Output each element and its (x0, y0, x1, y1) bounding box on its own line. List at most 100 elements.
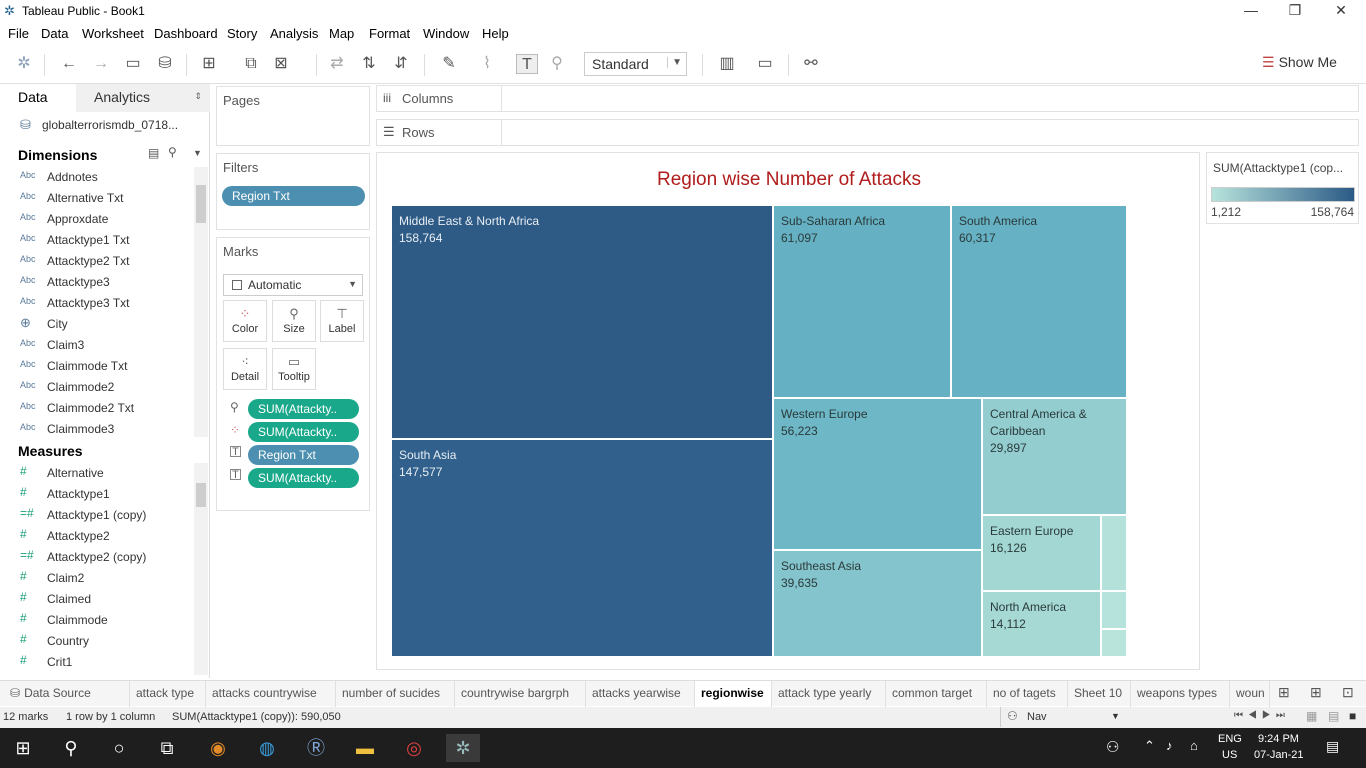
treemap-cell[interactable]: Central America & Caribbean 29,897 (982, 398, 1127, 515)
task-view-icon[interactable]: ⧉ (150, 734, 184, 762)
lang-secondary[interactable]: US (1222, 749, 1237, 761)
dimension-field[interactable]: ⊕ City (0, 314, 194, 335)
user-select[interactable]: ⚇ Nav ▼ (1000, 707, 1124, 727)
fix-axes-icon[interactable]: ⚲ (546, 54, 568, 74)
dimension-field[interactable]: Abc Alternative Txt (0, 188, 194, 209)
dimension-field[interactable]: Abc Claimmode2 (0, 377, 194, 398)
dimensions-menu-icon[interactable]: ▼ (193, 148, 202, 158)
menu-window[interactable]: Window (423, 26, 469, 41)
dimension-field[interactable]: Abc Claimmode Txt (0, 356, 194, 377)
measure-field[interactable]: # Claimed (0, 589, 194, 610)
tab-attack-type[interactable]: attack type (130, 681, 206, 707)
marks-label-button[interactable]: ⊤ Label (320, 300, 364, 342)
duplicate-sheet-icon[interactable]: ⧉ (240, 54, 262, 74)
clear-sheet-icon[interactable]: ⊠ (270, 54, 292, 74)
new-datasource-icon[interactable]: ⛁ (154, 54, 176, 74)
menu-map[interactable]: Map (329, 26, 354, 41)
treemap-cell[interactable]: Southeast Asia 39,635 (773, 550, 982, 657)
marks-tooltip-button[interactable]: ▭ Tooltip (272, 348, 316, 390)
dimension-field[interactable]: Abc Approxdate (0, 209, 194, 230)
new-worksheet-icon[interactable]: ⊞ (198, 54, 220, 74)
treemap-cell[interactable]: Sub-Saharan Africa 61,097 (773, 205, 951, 398)
matlab-icon[interactable]: ◉ (201, 734, 235, 762)
mark-pill-region[interactable]: Region Txt (248, 445, 359, 465)
new-dashboard-tab-icon[interactable]: ⊞ (1310, 684, 1322, 701)
volume-icon[interactable]: ♪ (1166, 738, 1173, 753)
tab-woun[interactable]: woun (1230, 681, 1270, 707)
measure-field[interactable]: # Claimmode (0, 610, 194, 631)
fit-select[interactable]: Standard ▼ (584, 52, 687, 76)
tab-sheet-10[interactable]: Sheet 10 (1068, 681, 1131, 707)
edge-icon[interactable]: ◍ (250, 734, 284, 762)
menu-format[interactable]: Format (369, 26, 410, 41)
lang-primary[interactable]: ENG (1218, 733, 1242, 745)
tab-attacks-yearwise[interactable]: attacks yearwise (586, 681, 695, 707)
menu-dashboard[interactable]: Dashboard (154, 26, 218, 41)
people-icon[interactable]: ⚇ (1106, 738, 1119, 756)
clock-time[interactable]: 9:24 PM (1258, 733, 1299, 745)
new-story-tab-icon[interactable]: ⊡ (1342, 684, 1354, 701)
menu-help[interactable]: Help (482, 26, 509, 41)
file-explorer-icon[interactable]: ▬ (348, 734, 382, 762)
tab-data-source[interactable]: ⛁ Data Source (0, 681, 130, 707)
tableau-start-icon[interactable]: ✲ (13, 54, 35, 74)
marks-size-button[interactable]: ⚲ Size (272, 300, 316, 342)
dimension-field[interactable]: Abc Addnotes (0, 167, 194, 188)
measure-field[interactable]: # Country (0, 631, 194, 652)
dimension-field[interactable]: Abc Attacktype2 Txt (0, 251, 194, 272)
chrome-icon[interactable]: ◎ (397, 734, 431, 762)
menu-file[interactable]: File (8, 26, 29, 41)
undo-icon[interactable]: ← (58, 54, 80, 74)
redo-icon[interactable]: → (90, 54, 112, 74)
treemap-cell[interactable] (1101, 515, 1127, 591)
measure-field[interactable]: # Attacktype1 (0, 484, 194, 505)
new-worksheet-tab-icon[interactable]: ⊞ (1278, 684, 1290, 701)
cortana-icon[interactable]: ○ (102, 734, 136, 762)
tray-up-icon[interactable]: ⌃ (1144, 738, 1155, 754)
measure-field[interactable]: # Attacktype2 (0, 526, 194, 547)
close-button[interactable]: ✕ (1318, 2, 1364, 19)
tab-number-of-sucides[interactable]: number of sucides (336, 681, 455, 707)
treemap-cell[interactable]: North America 14,112 (982, 591, 1101, 657)
treemap-cell[interactable]: Middle East & North Africa 158,764 (391, 205, 773, 439)
tab-regionwise[interactable]: regionwise (695, 681, 772, 707)
dimension-field[interactable]: Abc Claimmode2 Txt (0, 398, 194, 419)
dimension-field[interactable]: Abc Attacktype3 (0, 272, 194, 293)
notifications-icon[interactable]: ▤ (1326, 738, 1339, 755)
rows-shelf[interactable]: ☰ Rows (376, 119, 1359, 146)
search-icon[interactable]: ⚲ (168, 145, 177, 159)
filter-pill-region[interactable]: Region Txt (222, 186, 365, 206)
sheet-nav-icon[interactable]: ⏮◀▶⏭ (1234, 710, 1290, 721)
tab-countrywise-bargrph[interactable]: countrywise bargrph (455, 681, 586, 707)
tab-no-of-tagets[interactable]: no of tagets (987, 681, 1068, 707)
mark-pill-label[interactable]: SUM(Attackty.. (248, 468, 359, 488)
windows-start-icon[interactable]: ⊞ (6, 734, 40, 762)
sort-descending-icon[interactable]: ⇵ (390, 54, 412, 74)
treemap-cell[interactable] (1101, 629, 1127, 657)
filmstrip-icon[interactable]: ▤ (1328, 709, 1339, 723)
treemap-cell[interactable]: South America 60,317 (951, 205, 1127, 398)
marks-color-button[interactable]: ⁘ Color (223, 300, 267, 342)
tab-analytics[interactable]: Analytics ⇕ (76, 84, 210, 112)
measure-field[interactable]: # Crit1 (0, 652, 194, 673)
tabs-icon[interactable]: ■ (1349, 709, 1356, 723)
save-icon[interactable]: ▭ (122, 54, 144, 74)
sort-ascending-icon[interactable]: ⇅ (358, 54, 380, 74)
datasource-name[interactable]: globalterrorismdb_0718... (42, 118, 178, 132)
treemap-cell[interactable]: Eastern Europe 16,126 (982, 515, 1101, 591)
treemap-cell[interactable]: South Asia 147,577 (391, 439, 773, 657)
restore-button[interactable]: ❐ (1272, 2, 1318, 19)
group-icon[interactable]: ⌇ (476, 54, 498, 74)
tab-attack-type-yearly[interactable]: attack type yearly (772, 681, 886, 707)
menu-worksheet[interactable]: Worksheet (82, 26, 144, 41)
swap-icon[interactable]: ⇄ (326, 54, 348, 74)
tab-common-target[interactable]: common target (886, 681, 987, 707)
share-icon[interactable]: ⚯ (800, 54, 822, 74)
mark-type-select[interactable]: Automatic ▼ (223, 274, 363, 296)
tab-weapons-types[interactable]: weapons types (1131, 681, 1230, 707)
dimensions-scrollbar[interactable] (194, 167, 208, 437)
menu-analysis[interactable]: Analysis (270, 26, 318, 41)
measure-field[interactable]: # Alternative (0, 463, 194, 484)
treemap-cell[interactable]: Western Europe 56,223 (773, 398, 982, 550)
r-icon[interactable]: Ⓡ (299, 734, 333, 762)
